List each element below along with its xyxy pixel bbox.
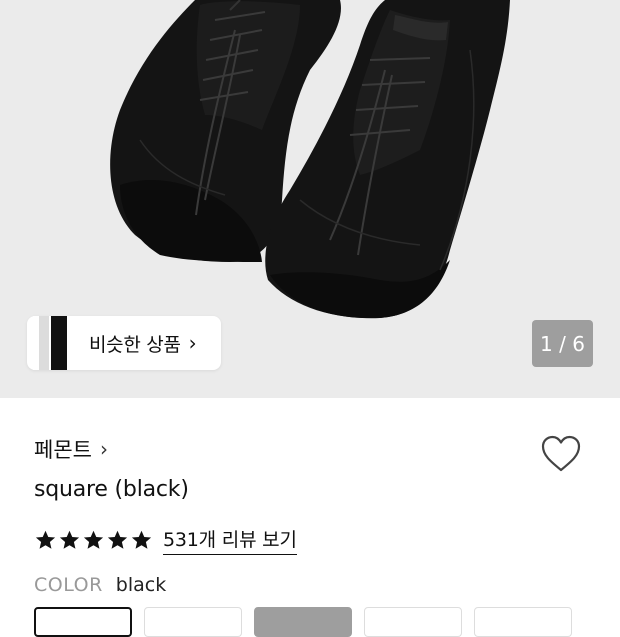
- image-counter: 1 / 6: [532, 320, 593, 367]
- color-option[interactable]: [474, 607, 572, 637]
- star-icon: [59, 530, 80, 549]
- color-label: COLOR: [34, 574, 103, 596]
- star-rating: [34, 529, 153, 552]
- heart-icon[interactable]: [540, 434, 582, 474]
- similar-products-button[interactable]: 비슷한 상품 ›: [27, 316, 221, 370]
- product-name: square (black): [34, 477, 189, 502]
- star-icon: [83, 530, 104, 549]
- color-option[interactable]: [144, 607, 242, 637]
- product-image-gallery[interactable]: 비슷한 상품 › 1 / 6: [0, 0, 620, 398]
- star-icon: [131, 530, 152, 549]
- similar-product-thumbnail: [33, 316, 79, 370]
- color-value: black: [115, 574, 167, 596]
- color-options: [34, 607, 572, 637]
- star-icon: [107, 530, 128, 549]
- chevron-right-icon: ›: [188, 331, 197, 355]
- brand-link[interactable]: 페몬트 ›: [34, 434, 108, 464]
- color-option[interactable]: [254, 607, 352, 637]
- review-link[interactable]: 531개 리뷰 보기: [163, 525, 297, 555]
- color-row: COLOR black: [34, 574, 166, 596]
- color-option-selected[interactable]: [34, 607, 132, 637]
- chevron-right-icon: ›: [99, 437, 108, 461]
- star-icon: [35, 530, 56, 549]
- similar-products-label: 비슷한 상품: [89, 333, 181, 356]
- brand-name: 페몬트: [34, 438, 92, 462]
- rating-row: 531개 리뷰 보기: [34, 525, 297, 555]
- color-option[interactable]: [364, 607, 462, 637]
